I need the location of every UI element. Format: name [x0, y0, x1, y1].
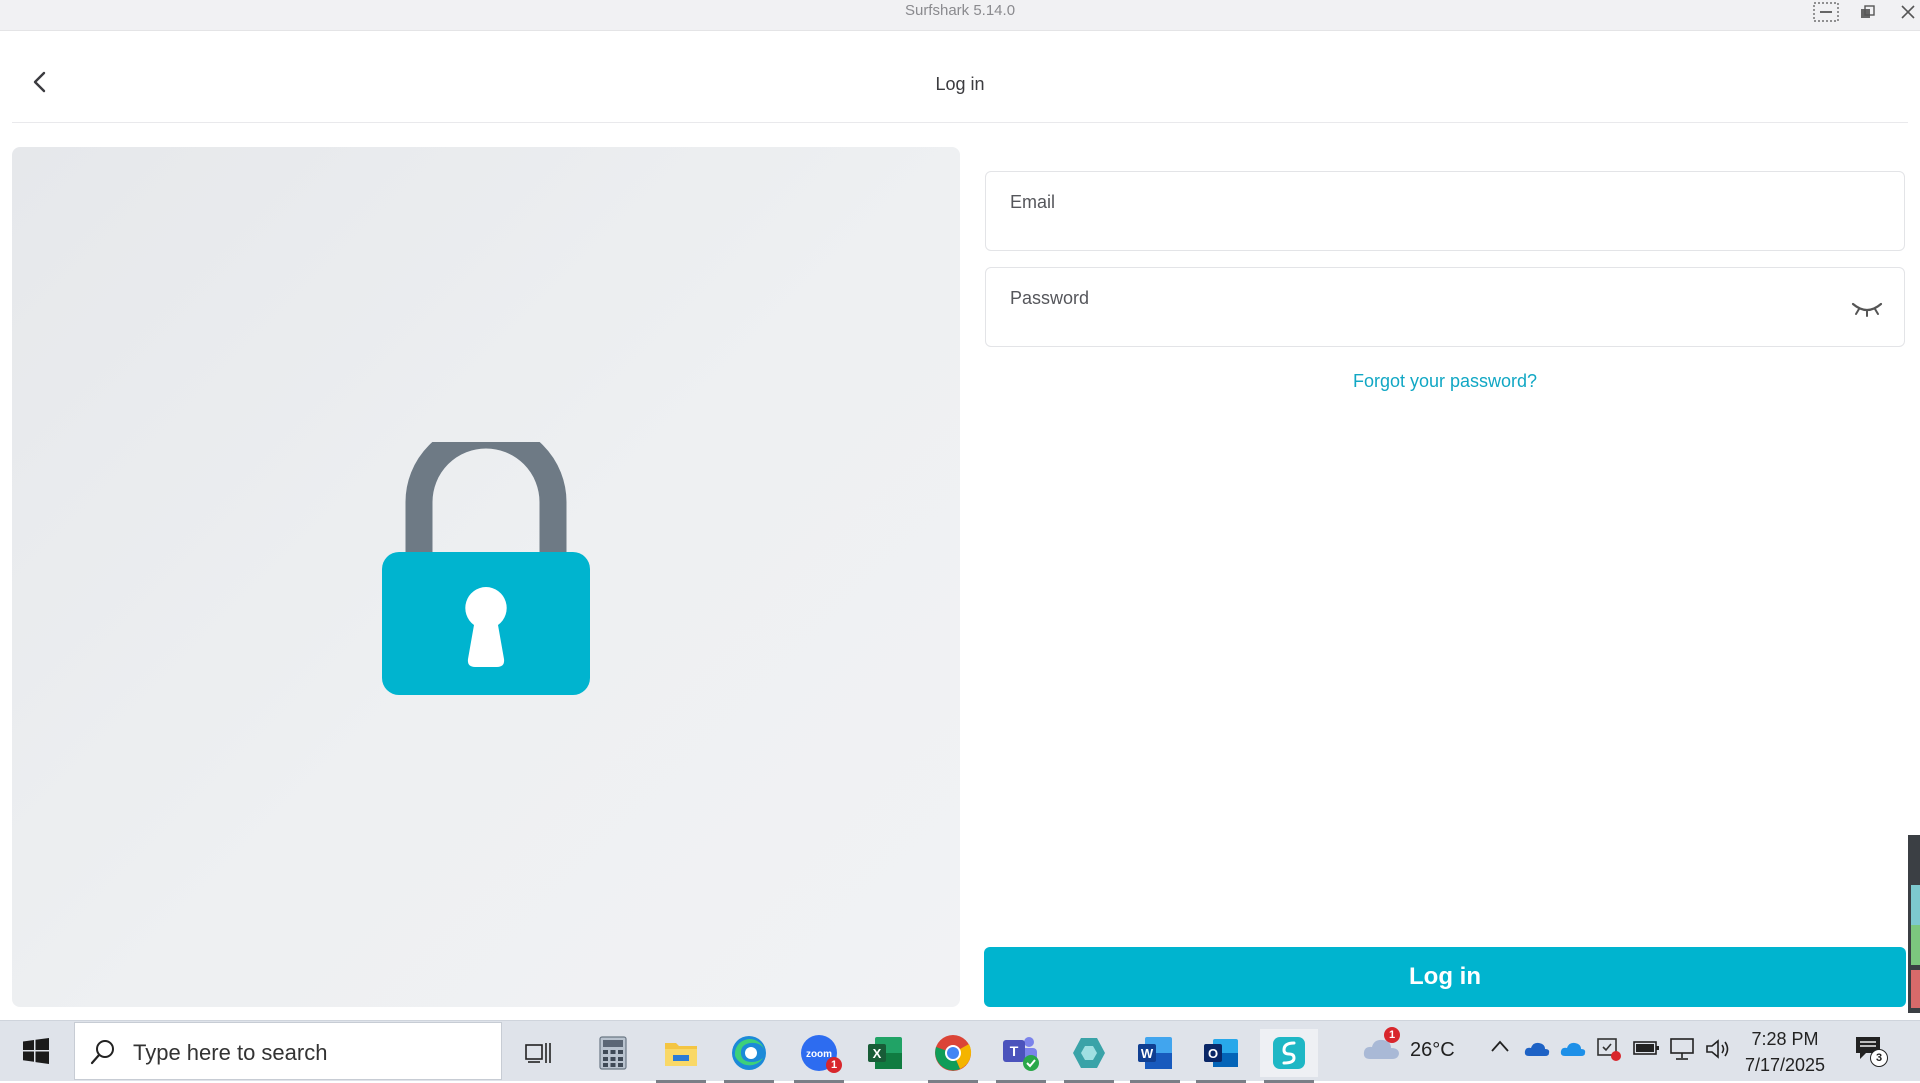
toggle-password-visibility-button[interactable]: [1848, 294, 1886, 322]
minimize-button[interactable]: [1808, 0, 1844, 24]
close-icon: [1901, 5, 1915, 19]
clock-time: 7:28 PM: [1751, 1029, 1819, 1049]
taskbar-clock[interactable]: 7:28 PM 7/17/2025: [1740, 1026, 1830, 1078]
password-field[interactable]: Password: [985, 267, 1905, 347]
email-input[interactable]: [1010, 216, 1834, 244]
taskbar: Type here to search zoom 1 X T W O 1 26°…: [0, 1020, 1920, 1083]
svg-text:O: O: [1208, 1046, 1218, 1061]
login-button[interactable]: Log in: [984, 947, 1906, 1007]
eye-closed-icon: [1851, 302, 1883, 317]
chrome-icon: [935, 1035, 972, 1071]
teams-icon: T: [1003, 1037, 1039, 1071]
surfshark-icon: [1273, 1037, 1305, 1069]
tray-onedrive-personal[interactable]: [1560, 1038, 1586, 1058]
search-placeholder: Type here to search: [133, 1040, 328, 1065]
taskbar-chrome[interactable]: [924, 1029, 982, 1083]
tray-security-status[interactable]: [1596, 1036, 1622, 1062]
tray-network[interactable]: [1668, 1037, 1696, 1061]
security-alert-icon: [1597, 1038, 1621, 1061]
window-title: Surfshark 5.14.0: [904, 2, 1016, 19]
tray-onedrive-business[interactable]: [1524, 1038, 1550, 1058]
email-label: Email: [1010, 192, 1056, 212]
padlock-icon: [382, 442, 590, 695]
taskbar-outlook[interactable]: O: [1192, 1029, 1250, 1083]
illustration-panel: [12, 147, 960, 1007]
taskbar-surfshark[interactable]: [1260, 1029, 1318, 1083]
file-explorer-icon: [665, 1043, 697, 1066]
edge-icon: [732, 1036, 766, 1070]
taskbar-task-view[interactable]: [510, 1029, 568, 1077]
network-icon: [1670, 1038, 1694, 1060]
taskbar-word[interactable]: W: [1126, 1029, 1184, 1083]
excel-icon: X: [868, 1037, 902, 1069]
password-input[interactable]: [1010, 312, 1834, 340]
window-titlebar: Surfshark 5.14.0: [0, 0, 1920, 31]
chevron-up-icon: [1491, 1040, 1509, 1052]
taskbar-edge[interactable]: [720, 1029, 778, 1083]
battery-icon: [1633, 1041, 1659, 1055]
outlook-icon: O: [1204, 1039, 1238, 1067]
taskbar-zoom[interactable]: zoom 1: [790, 1029, 848, 1083]
windows-logo-icon: [23, 1038, 49, 1064]
taskbar-teams[interactable]: T: [992, 1029, 1050, 1083]
notification-center-button[interactable]: 3: [1854, 1035, 1888, 1067]
weather-badge: 1: [1384, 1027, 1400, 1043]
tray-battery[interactable]: [1632, 1038, 1660, 1058]
onedrive-blue-icon: [1524, 1042, 1550, 1056]
taskbar-calculator[interactable]: [584, 1029, 642, 1077]
email-field[interactable]: Email: [985, 171, 1905, 251]
tray-overflow-button[interactable]: [1490, 1039, 1510, 1053]
svg-text:W: W: [1141, 1046, 1154, 1061]
taskbar-search-box[interactable]: Type here to search: [74, 1022, 502, 1080]
word-icon: W: [1138, 1037, 1172, 1069]
taskbar-file-explorer[interactable]: [652, 1029, 710, 1083]
password-label: Password: [1010, 288, 1090, 308]
forgot-password-link[interactable]: Forgot your password?: [985, 371, 1905, 392]
weather-temperature[interactable]: 26°C: [1410, 1039, 1455, 1062]
page-title: Log in: [935, 74, 985, 94]
taskbar-app-diamond[interactable]: [1060, 1029, 1118, 1083]
task-view-icon: [525, 1043, 551, 1063]
minimize-icon: [1813, 2, 1839, 22]
restore-icon: [1861, 5, 1875, 18]
start-button[interactable]: [14, 1033, 58, 1069]
calculator-icon: [599, 1036, 627, 1070]
notification-count: 3: [1870, 1049, 1888, 1067]
zoom-badge: 1: [826, 1057, 842, 1073]
speaker-icon: [1706, 1039, 1729, 1059]
page-header: Log in: [12, 30, 1908, 123]
background-window-edge: [1908, 835, 1920, 1013]
close-button[interactable]: [1890, 0, 1920, 24]
svg-text:X: X: [873, 1046, 882, 1061]
app-diamond-icon: [1073, 1038, 1105, 1068]
svg-text:T: T: [1010, 1043, 1019, 1059]
search-icon: [90, 1040, 114, 1065]
taskbar-excel[interactable]: X: [856, 1029, 914, 1077]
tray-volume[interactable]: [1704, 1037, 1732, 1061]
weather-widget[interactable]: 1: [1362, 1027, 1402, 1063]
restore-button[interactable]: [1850, 0, 1886, 24]
clock-date: 7/17/2025: [1744, 1055, 1826, 1075]
onedrive-icon: [1560, 1042, 1586, 1056]
